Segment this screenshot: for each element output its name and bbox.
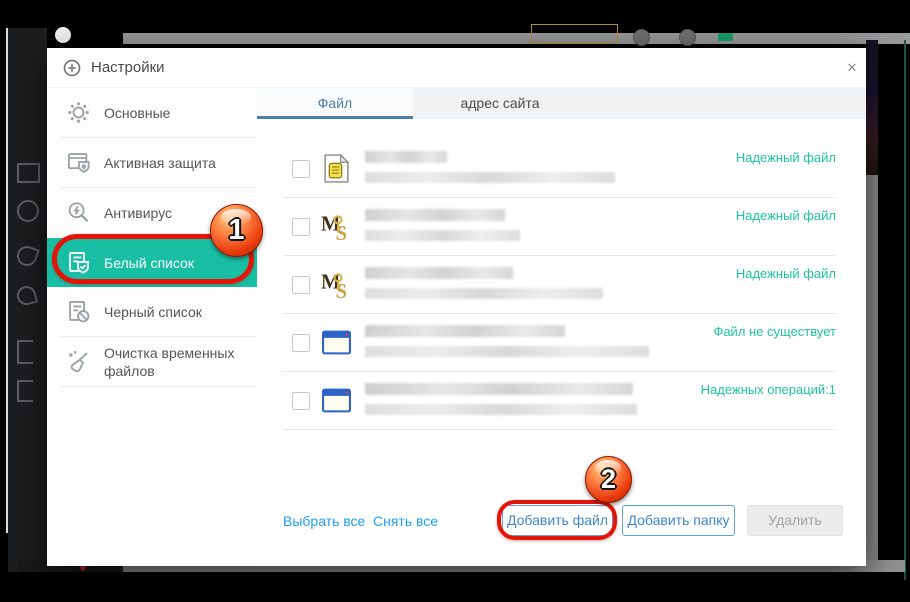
sidebar-item-5[interactable]: Очистка временных файлов xyxy=(47,337,257,386)
row-status: Надежный файл xyxy=(735,150,836,165)
background-clean-icon xyxy=(14,283,39,308)
redacted-file-path xyxy=(365,288,603,299)
background-wallpaper-sliver xyxy=(866,40,878,175)
window-app-icon xyxy=(321,327,352,358)
background-toolbar-icon xyxy=(679,29,696,46)
sidebar-item-0[interactable]: Основные xyxy=(47,88,257,137)
dialog-titlebar: Настройки ✕ xyxy=(47,48,866,88)
background-panel-sliver xyxy=(866,175,878,560)
sidebar-item-label: Черный список xyxy=(104,303,202,320)
active-protection-icon xyxy=(65,149,92,176)
sidebar-separator xyxy=(61,386,257,387)
ms-key-icon: MS xyxy=(321,211,352,242)
annotation-frame-2 xyxy=(497,500,617,540)
sidebar-item-label: Очистка временных файлов xyxy=(104,344,235,379)
background-app-sidebar xyxy=(8,28,47,572)
tab-bar: Файл адрес сайта xyxy=(257,88,866,119)
row-status: Надежный файл xyxy=(735,266,836,281)
sidebar: Основные Активная защита Антивирус Белый сп… xyxy=(47,88,257,566)
redacted-file-path xyxy=(365,404,637,415)
sidebar-item-4[interactable]: Черный список xyxy=(47,287,257,336)
list-row[interactable]: Файл не существует xyxy=(257,314,866,372)
background-green-edge xyxy=(904,40,906,580)
close-icon[interactable]: ✕ xyxy=(842,58,862,78)
sidebar-item-label: Активная защита xyxy=(104,154,216,171)
whitelist-file-list: Надежный файл M S Надежный файл M S Надежный ф… xyxy=(257,140,866,430)
row-separator xyxy=(283,429,836,430)
tab-file[interactable]: Файл xyxy=(257,88,413,119)
blacklist-icon xyxy=(65,298,92,325)
tab-site-address[interactable]: адрес сайта xyxy=(413,88,587,119)
background-status-chip xyxy=(718,33,733,41)
delete-button[interactable]: Удалить xyxy=(747,505,843,536)
background-highlight-frame xyxy=(531,24,618,43)
row-checkbox[interactable] xyxy=(292,334,310,352)
annotation-badge-2: 2 xyxy=(585,456,632,503)
row-checkbox[interactable] xyxy=(292,218,310,236)
redacted-file-name xyxy=(365,383,633,395)
list-row[interactable]: Надежных операций:1 xyxy=(257,372,866,430)
background-letter-icon xyxy=(17,380,33,402)
ms-key-icon: MS xyxy=(321,269,352,300)
settings-dialog: Настройки ✕ Основные Активная защита Антив… xyxy=(47,48,866,566)
dialog-title: Настройки xyxy=(91,59,165,76)
redacted-file-name xyxy=(365,325,565,337)
background-monitor-icon xyxy=(17,163,40,183)
sidebar-item-1[interactable]: Активная защита xyxy=(47,138,257,187)
add-folder-button[interactable]: Добавить папку xyxy=(622,505,735,536)
redacted-file-name xyxy=(365,209,505,221)
annotation-number-2: 2 xyxy=(600,464,617,494)
redacted-file-path xyxy=(365,172,615,183)
window-app-icon xyxy=(321,385,352,416)
content-pane: Файл адрес сайта Надежный файл M S Надежный… xyxy=(257,88,866,566)
annotation-badge-1: 1 xyxy=(210,204,263,257)
background-toolbar xyxy=(123,33,910,44)
background-letter-icon xyxy=(17,340,33,364)
row-checkbox[interactable] xyxy=(292,392,310,410)
background-logo xyxy=(55,27,71,43)
gear-icon xyxy=(65,99,92,126)
row-status: Надежных операций:1 xyxy=(700,382,836,397)
redacted-file-name xyxy=(365,151,447,163)
list-row[interactable]: Надежный файл xyxy=(257,140,866,198)
background-circle-icon xyxy=(17,200,39,222)
script-file-icon xyxy=(321,153,352,184)
cleanup-icon xyxy=(65,348,92,375)
redacted-file-name xyxy=(365,267,513,279)
settings-logo-icon xyxy=(62,58,82,78)
row-checkbox[interactable] xyxy=(292,160,310,178)
background-bird-icon xyxy=(14,243,40,269)
select-all-link[interactable]: Выбрать все xyxy=(283,513,365,529)
background-toolbar-icon xyxy=(633,29,650,46)
row-status: Файл не существует xyxy=(713,324,836,339)
deselect-all-link[interactable]: Снять все xyxy=(373,513,438,529)
list-row[interactable]: M S Надежный файл xyxy=(257,256,866,314)
annotation-number-1: 1 xyxy=(228,214,245,246)
antivirus-icon xyxy=(65,199,92,226)
sidebar-item-label: Основные xyxy=(104,104,171,121)
redacted-file-path xyxy=(365,346,649,357)
list-row[interactable]: M S Надежный файл xyxy=(257,198,866,256)
redacted-file-path xyxy=(365,230,520,241)
row-checkbox[interactable] xyxy=(292,276,310,294)
row-status: Надежный файл xyxy=(735,208,836,223)
sidebar-item-label: Антивирус xyxy=(104,204,173,221)
